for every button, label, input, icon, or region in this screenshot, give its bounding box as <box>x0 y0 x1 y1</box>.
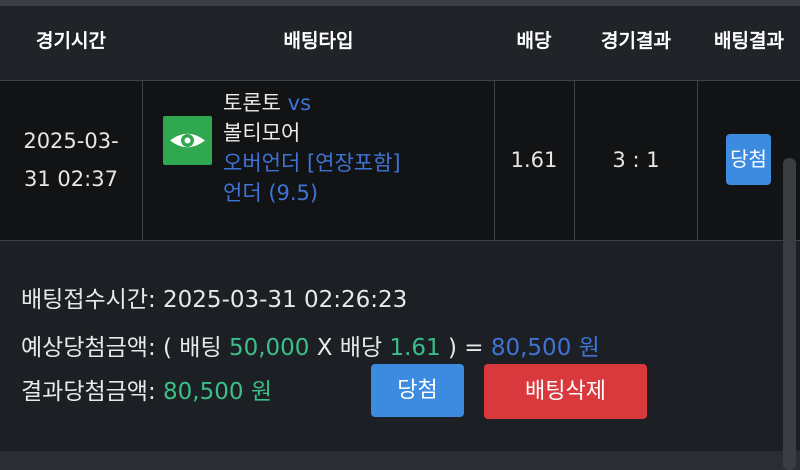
bet-amount: 50,000 <box>228 335 310 361</box>
bet-market: 오버언더 [연장포함] <box>223 151 401 175</box>
bottom-strip <box>0 451 800 470</box>
received-time-label: 배팅접수시간: <box>21 287 164 313</box>
eye-icon[interactable] <box>163 116 212 165</box>
table-header: 경기시간 배팅타입 배당 경기결과 배팅결과 <box>0 6 800 80</box>
game-result-cell: 3 : 1 <box>612 148 660 172</box>
result-payout-line: 결과당첨금액: 80,500 원 <box>21 372 272 406</box>
scrollbar[interactable] <box>783 158 796 470</box>
header-odds: 배당 <box>516 30 552 52</box>
vs-label: vs <box>287 91 312 115</box>
detail-odds: 1.61 <box>389 335 441 361</box>
game-date: 2025-03- <box>23 129 119 153</box>
times-label: X 배당 <box>309 335 390 361</box>
expected-label: 예상당첨금액: ( 배팅 <box>21 335 229 361</box>
expected-amount: 80,500 원 <box>490 335 600 361</box>
match-teams: 토론토 vs <box>223 88 483 118</box>
game-clock: 31 02:37 <box>24 167 118 191</box>
bet-result-badge: 당첨 <box>726 134 771 185</box>
game-time-cell: 2025-03- 31 02:37 <box>0 80 142 240</box>
header-game-result: 경기결과 <box>601 30 671 52</box>
column-divider <box>697 80 698 240</box>
win-button[interactable]: 당첨 <box>371 364 464 417</box>
expected-payout-line: 예상당첨금액: ( 배팅 50,000 X 배당 1.61 ) = 80,500… <box>21 328 600 362</box>
header-bet-result: 배팅결과 <box>714 30 784 52</box>
away-team: 볼티모어 <box>223 121 301 145</box>
bet-pick: 언더 (9.5) <box>223 181 319 205</box>
equals-label: ) = <box>440 335 491 361</box>
result-amount: 80,500 원 <box>163 379 272 405</box>
header-game-time: 경기시간 <box>36 30 106 52</box>
odds-cell: 1.61 <box>510 148 558 172</box>
header-bet-type: 배팅타입 <box>283 30 354 52</box>
bet-type-cell: 토론토 vs 볼티모어 오버언더 [연장포함] 언더 (9.5) <box>223 88 483 208</box>
result-label: 결과당첨금액: <box>21 379 164 405</box>
column-divider <box>142 80 143 240</box>
received-time-value: 2025-03-31 02:26:23 <box>163 287 408 313</box>
delete-bet-button[interactable]: 배팅삭제 <box>484 364 647 419</box>
home-team: 토론토 <box>223 91 281 115</box>
received-time-line: 배팅접수시간: 2025-03-31 02:26:23 <box>21 280 407 314</box>
